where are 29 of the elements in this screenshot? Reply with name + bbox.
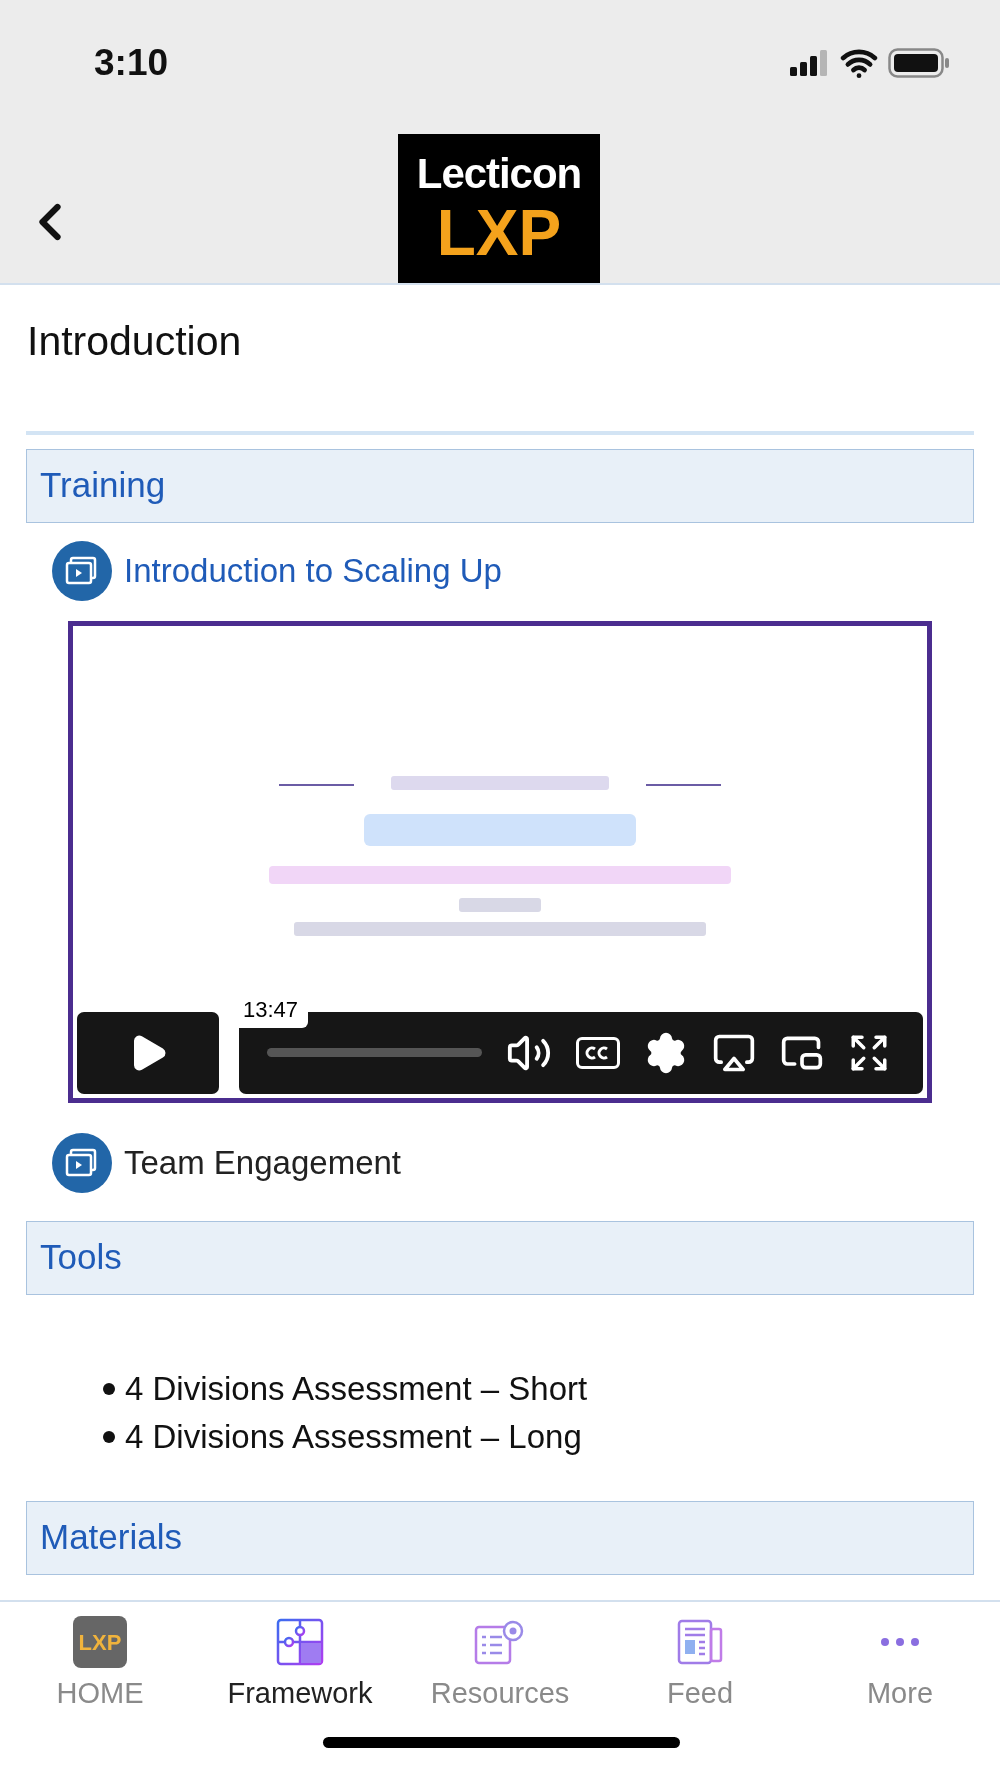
more-icon: [880, 1637, 920, 1647]
tab-bar-item[interactable]: Feed: [600, 1616, 800, 1716]
activity-title[interactable]: Team Engagement: [124, 1137, 401, 1188]
page-title: Introduction: [26, 317, 243, 366]
activity-link[interactable]: Introduction to Scaling Up: [124, 545, 502, 596]
battery-icon: [888, 47, 950, 78]
puzzle-icon: [275, 1617, 325, 1667]
section-header[interactable]: Training: [26, 448, 974, 523]
signal-icon: [790, 49, 830, 76]
captions-icon[interactable]: [576, 1036, 620, 1069]
section-header[interactable]: Tools: [26, 1220, 974, 1295]
tool-item: 4 Divisions Assessment – Long: [125, 1416, 582, 1457]
window-icon: [52, 540, 112, 601]
tab-bar-item[interactable]: More: [800, 1616, 1000, 1716]
status-time: 3:10: [94, 40, 169, 85]
section-header[interactable]: Materials: [26, 1500, 974, 1575]
tab-bar-item[interactable]: Framework: [200, 1616, 400, 1716]
tool-item: 4 Divisions Assessment – Short: [125, 1368, 588, 1409]
play-button[interactable]: [77, 1011, 219, 1094]
bullet-icon: [103, 1382, 115, 1395]
tab-bar-item[interactable]: LXP HOME: [0, 1616, 200, 1716]
window-icon: [52, 1132, 112, 1193]
progress-track[interactable]: [267, 1048, 482, 1057]
newspaper-icon: [675, 1617, 725, 1667]
home-icon: LXP: [73, 1616, 127, 1668]
tab-bar-item[interactable]: Resources: [400, 1616, 600, 1716]
logo-wordmark: Lecticon: [416, 152, 582, 195]
bullet-icon: [103, 1430, 115, 1443]
logo-lxp: LXP: [436, 200, 562, 265]
